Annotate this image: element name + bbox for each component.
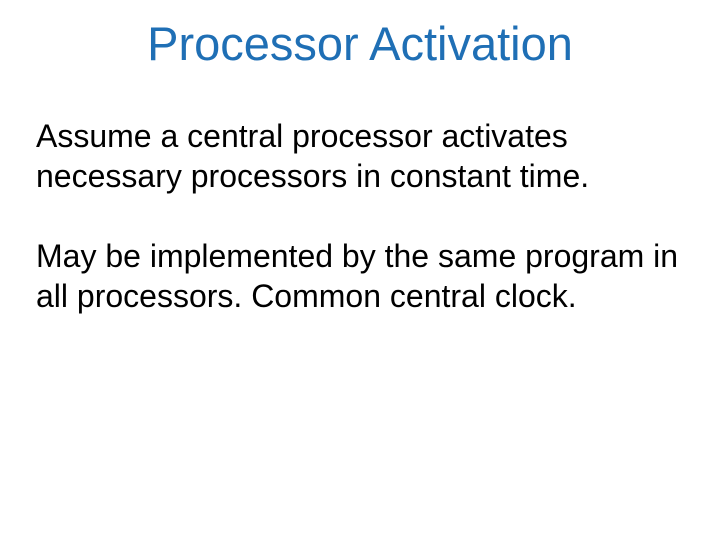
- slide-title: Processor Activation: [36, 18, 684, 70]
- paragraph-1: Assume a central processor activates nec…: [36, 116, 684, 196]
- slide: Processor Activation Assume a central pr…: [0, 0, 720, 540]
- paragraph-2: May be implemented by the same program i…: [36, 236, 684, 316]
